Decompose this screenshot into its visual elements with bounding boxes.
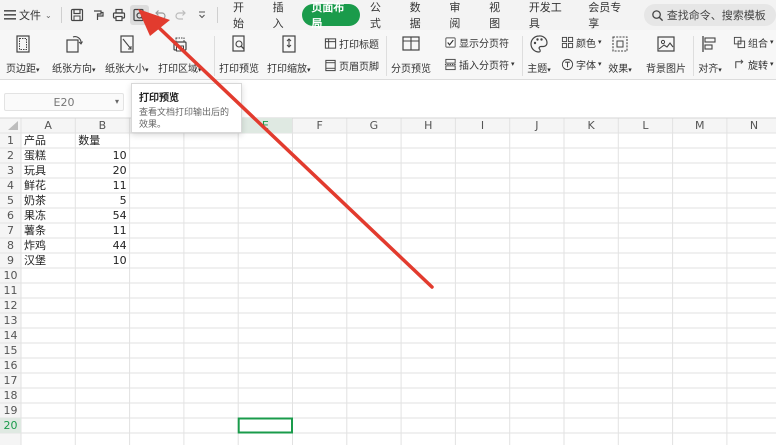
- column-header-I[interactable]: I: [455, 118, 509, 133]
- row-header-14[interactable]: 14: [0, 328, 21, 343]
- row-header-8[interactable]: 8: [0, 238, 21, 253]
- cell-product-name[interactable]: 玩具: [24, 163, 72, 178]
- row-header-3[interactable]: 3: [0, 163, 21, 178]
- cell-product-qty[interactable]: 11: [78, 223, 127, 238]
- column-header-K[interactable]: K: [564, 118, 618, 133]
- cell-product-name[interactable]: 鲜花: [24, 178, 72, 193]
- column-header-N[interactable]: N: [727, 118, 776, 133]
- cell-product-qty[interactable]: 44: [78, 238, 127, 253]
- cell-header-A[interactable]: 产品: [24, 133, 72, 148]
- row-header-5[interactable]: 5: [0, 193, 21, 208]
- cell-product-qty[interactable]: 10: [78, 253, 127, 268]
- cell-header-B[interactable]: 数量: [78, 133, 126, 148]
- tooltip-title: 打印预览: [139, 93, 179, 104]
- cell-product-qty[interactable]: 54: [78, 208, 127, 223]
- cell-product-name[interactable]: 炸鸡: [24, 238, 72, 253]
- cell-product-name[interactable]: 果冻: [24, 208, 72, 223]
- row-header-9[interactable]: 9: [0, 253, 21, 268]
- column-header-M[interactable]: M: [673, 118, 727, 133]
- cell-product-qty[interactable]: 10: [78, 148, 127, 163]
- cell-product-qty[interactable]: 11: [78, 178, 127, 193]
- cell-product-name[interactable]: 薯条: [24, 223, 72, 238]
- column-header-G[interactable]: G: [347, 118, 401, 133]
- row-header-17[interactable]: 17: [0, 373, 21, 388]
- row-header-18[interactable]: 18: [0, 388, 21, 403]
- print-preview-tooltip: 打印预览 查看文档打印输出后的效果。: [131, 83, 242, 133]
- cell-product-qty[interactable]: 20: [78, 163, 127, 178]
- row-header-6[interactable]: 6: [0, 208, 21, 223]
- row-header-19[interactable]: 19: [0, 403, 21, 418]
- cell-product-name[interactable]: 汉堡: [24, 253, 72, 268]
- column-header-L[interactable]: L: [618, 118, 672, 133]
- column-header-A[interactable]: A: [21, 118, 75, 133]
- tooltip-description: 查看文档打印输出后的效果。: [139, 108, 230, 130]
- selected-cell-outline[interactable]: [237, 417, 293, 434]
- row-header-11[interactable]: 11: [0, 283, 21, 298]
- column-header-E[interactable]: E: [238, 118, 293, 133]
- row-header-4[interactable]: 4: [0, 178, 21, 193]
- column-header-B[interactable]: B: [75, 118, 129, 133]
- cell-product-name[interactable]: 蛋糕: [24, 148, 72, 163]
- row-header-13[interactable]: 13: [0, 313, 21, 328]
- row-header-20[interactable]: 20: [0, 418, 21, 433]
- row-header-7[interactable]: 7: [0, 223, 21, 238]
- row-header-2[interactable]: 2: [0, 148, 21, 163]
- row-header-10[interactable]: 10: [0, 268, 21, 283]
- row-header-12[interactable]: 12: [0, 298, 21, 313]
- column-header-F[interactable]: F: [293, 118, 347, 133]
- column-header-H[interactable]: H: [401, 118, 455, 133]
- cell-product-qty[interactable]: 5: [78, 193, 127, 208]
- column-header-J[interactable]: J: [510, 118, 564, 133]
- row-header-16[interactable]: 16: [0, 358, 21, 373]
- row-header-15[interactable]: 15: [0, 343, 21, 358]
- cell-product-name[interactable]: 奶茶: [24, 193, 72, 208]
- row-header-1[interactable]: 1: [0, 133, 21, 148]
